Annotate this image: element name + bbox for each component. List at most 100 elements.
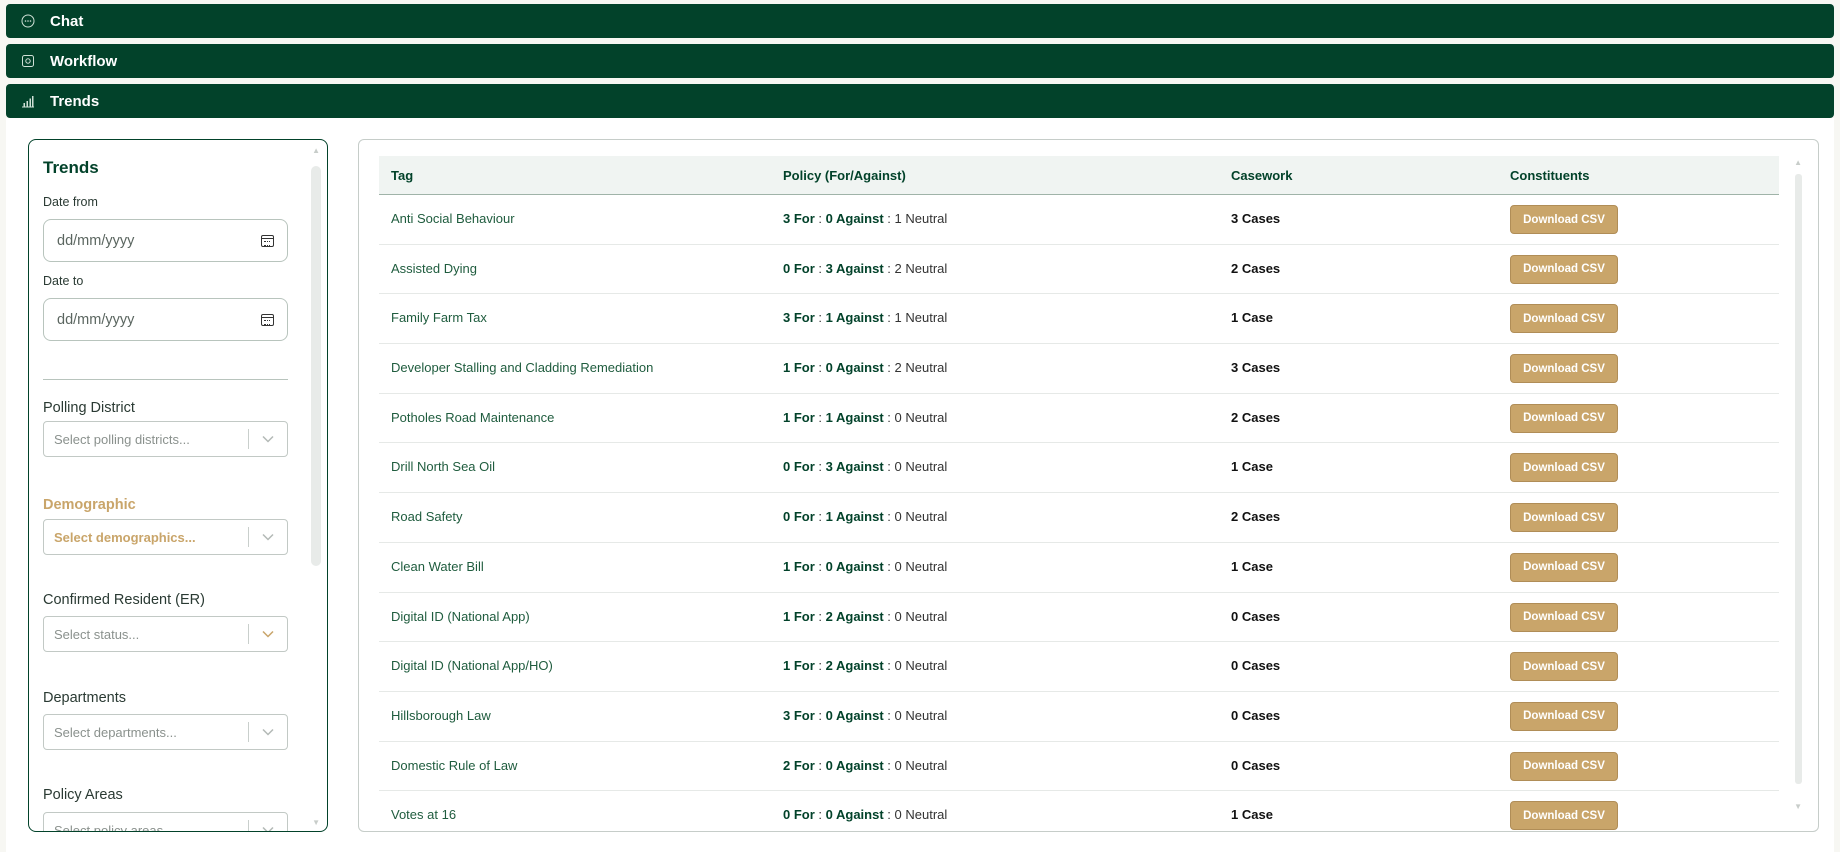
trends-section-header[interactable]: Trends (6, 84, 1834, 118)
filter-panel-scrollbar[interactable] (311, 166, 321, 566)
chevron-down-icon[interactable] (249, 826, 287, 831)
for-count: 3 For (783, 310, 815, 326)
download-csv-button[interactable]: Download CSV (1510, 652, 1618, 682)
for-count: 1 For (783, 360, 815, 376)
for-count: 1 For (783, 608, 815, 624)
neutral-count: 0 Neutral (894, 459, 948, 475)
casework-count: 1 Case (1231, 459, 1273, 475)
download-csv-button[interactable]: Download CSV (1510, 503, 1618, 533)
filter-divider (43, 379, 288, 380)
casework-count: 1 Case (1231, 807, 1273, 823)
table-body: Anti Social Behaviour 3 For : 0 Against :… (379, 195, 1779, 831)
tag-name[interactable]: Digital ID (National App) (391, 609, 530, 624)
against-count: 0 Against (825, 757, 884, 773)
confirmed-resident-select[interactable]: Select status... (43, 616, 288, 652)
tag-name[interactable]: Hillsborough Law (391, 708, 491, 723)
tag-name[interactable]: Road Safety (391, 509, 463, 524)
table-row: Digital ID (National App) 1 For : 2 Again… (379, 593, 1779, 643)
against-count: 0 Against (825, 360, 884, 376)
workflow-section-title: Workflow (50, 52, 118, 70)
table-scrollbar[interactable] (1795, 174, 1802, 784)
for-count: 1 For (783, 558, 815, 574)
against-count: 3 Against (825, 260, 884, 276)
download-csv-button[interactable]: Download CSV (1510, 602, 1618, 632)
policy-summary: 1 For : 2 Against : 0 Neutral (783, 658, 948, 674)
neutral-count: 0 Neutral (894, 509, 948, 525)
download-csv-button[interactable]: Download CSV (1510, 403, 1618, 433)
scroll-down-icon[interactable]: ▼ (312, 818, 320, 827)
download-csv-button[interactable]: Download CSV (1510, 453, 1618, 483)
for-count: 2 For (783, 757, 815, 773)
chevron-down-icon[interactable] (249, 728, 287, 736)
for-count: 3 For (783, 707, 815, 723)
against-count: 0 Against (825, 707, 884, 723)
tag-name[interactable]: Digital ID (National App/HO) (391, 658, 553, 673)
tag-name[interactable]: Drill North Sea Oil (391, 459, 495, 474)
tag-name[interactable]: Potholes Road Maintenance (391, 410, 554, 425)
table-row: Family Farm Tax 3 For : 1 Against : 1 Neu… (379, 294, 1779, 345)
column-header-policy: Policy (For/Against) (783, 168, 906, 183)
workflow-section-header[interactable]: Workflow (6, 44, 1834, 78)
chevron-down-icon[interactable] (249, 630, 287, 638)
neutral-count: 0 Neutral (894, 807, 948, 823)
chat-section-title: Chat (50, 12, 84, 30)
trends-content: Trends Date from dd/mm/yyyy Date to dd/m… (6, 118, 1834, 852)
casework-count: 2 Cases (1231, 260, 1281, 276)
download-csv-button[interactable]: Download CSV (1510, 304, 1618, 334)
download-csv-button[interactable]: Download CSV (1510, 254, 1618, 284)
column-header-casework: Casework (1231, 168, 1293, 183)
neutral-count: 0 Neutral (894, 558, 948, 574)
for-count: 1 For (783, 658, 815, 674)
download-csv-button[interactable]: Download CSV (1510, 205, 1618, 234)
for-count: 0 For (783, 260, 815, 276)
chevron-down-icon[interactable] (249, 435, 287, 443)
download-csv-button[interactable]: Download CSV (1510, 354, 1618, 384)
date-from-input[interactable]: dd/mm/yyyy (43, 219, 288, 262)
tag-name[interactable]: Votes at 16 (391, 807, 456, 822)
tag-name[interactable]: Family Farm Tax (391, 310, 487, 325)
against-count: 1 Against (825, 409, 884, 425)
column-header-constituents: Constituents (1510, 168, 1590, 183)
polling-district-select[interactable]: Select polling districts... (43, 421, 288, 457)
departments-label: Departments (43, 690, 127, 706)
casework-count: 0 Cases (1231, 757, 1281, 773)
calendar-icon[interactable] (261, 313, 274, 326)
policy-summary: 2 For : 0 Against : 0 Neutral (783, 757, 948, 773)
departments-select[interactable]: Select departments... (43, 714, 288, 750)
chat-section-header[interactable]: Chat (6, 4, 1834, 38)
download-csv-button[interactable]: Download CSV (1510, 751, 1618, 781)
polling-district-label: Polling District (43, 400, 135, 416)
date-from-label: Date from (43, 195, 98, 209)
confirmed-resident-placeholder: Select status... (54, 626, 140, 642)
scroll-up-icon[interactable]: ▲ (312, 146, 320, 155)
tag-name[interactable]: Anti Social Behaviour (391, 211, 515, 226)
against-count: 0 Against (825, 558, 884, 574)
chevron-down-icon[interactable] (249, 533, 287, 541)
workflow-icon (20, 53, 36, 69)
download-csv-button[interactable]: Download CSV (1510, 701, 1618, 731)
download-csv-button[interactable]: Download CSV (1510, 801, 1618, 831)
scroll-up-icon[interactable]: ▲ (1794, 158, 1802, 167)
tag-name[interactable]: Developer Stalling and Cladding Remediat… (391, 360, 653, 375)
calendar-icon[interactable] (261, 234, 274, 247)
demographic-select[interactable]: Select demographics... (43, 519, 288, 555)
download-csv-button[interactable]: Download CSV (1510, 552, 1618, 582)
table-row: Assisted Dying 0 For : 3 Against : 2 Neut… (379, 245, 1779, 295)
policy-summary: 1 For : 1 Against : 0 Neutral (783, 409, 948, 425)
demographic-label: Demographic (43, 497, 136, 513)
policy-areas-select[interactable]: Select policy areas... (43, 812, 288, 831)
departments-placeholder: Select departments... (54, 724, 177, 740)
tag-name[interactable]: Assisted Dying (391, 261, 477, 276)
against-count: 1 Against (825, 310, 884, 326)
demographic-placeholder: Select demographics... (54, 529, 196, 545)
tag-name[interactable]: Domestic Rule of Law (391, 758, 517, 773)
policy-summary: 1 For : 0 Against : 2 Neutral (783, 360, 948, 376)
policy-summary: 0 For : 3 Against : 0 Neutral (783, 459, 948, 475)
scroll-down-icon[interactable]: ▼ (1794, 802, 1802, 811)
date-to-input[interactable]: dd/mm/yyyy (43, 298, 288, 341)
filter-panel-title: Trends (43, 158, 99, 177)
policy-summary: 1 For : 0 Against : 0 Neutral (783, 558, 948, 574)
casework-count: 0 Cases (1231, 658, 1281, 674)
polling-district-placeholder: Select polling districts... (54, 431, 190, 447)
tag-name[interactable]: Clean Water Bill (391, 559, 484, 574)
